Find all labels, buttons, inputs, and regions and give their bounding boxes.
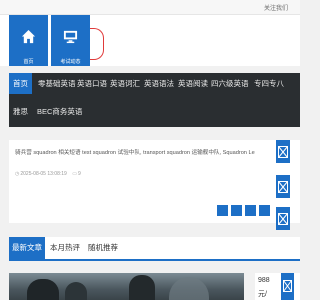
monitor-icon: [63, 30, 78, 44]
nav-item-grammar[interactable]: 英语语法: [140, 73, 178, 94]
side-broken-image-icon[interactable]: [281, 273, 294, 300]
thumbnail-figure: [169, 277, 209, 300]
news-comment-count: 9: [77, 171, 81, 177]
nav-item-cet[interactable]: 四六级英语: [207, 73, 253, 94]
home-tile-label: 首页: [23, 59, 34, 65]
main-nav: 首页 零基础英语 英语口语 英语词汇 英语语法 英语阅读 四六级英语 专四专八 …: [9, 73, 300, 127]
tab-random[interactable]: 随机推荐: [85, 237, 121, 259]
nav-item-vocabulary[interactable]: 英语词汇: [106, 73, 144, 94]
news-headline[interactable]: 骑兵营 squadron 相关短语 test squadron 试验中队, tr…: [15, 149, 255, 157]
nav-item-ielts[interactable]: 雅思: [9, 101, 32, 122]
price-unit: 元/: [258, 291, 267, 298]
article-thumbnail[interactable]: [9, 273, 244, 300]
home-icon: [21, 29, 36, 44]
price-amount: 988: [258, 277, 270, 284]
news-meta: ◷2025-08-05 13:08:19 ▭9: [15, 170, 81, 178]
slider-dot[interactable]: [231, 205, 242, 216]
price-card: 988 元/: [255, 273, 300, 300]
tab-monthly-hot[interactable]: 本月热评: [47, 237, 83, 259]
comment-icon: ▭: [72, 171, 77, 177]
article-tabs: 最新文章 本月热评 随机推荐: [9, 237, 300, 261]
tab-latest[interactable]: 最新文章: [9, 237, 45, 259]
exam-news-tile-label: 考试动态: [60, 59, 81, 65]
side-broken-image-icon[interactable]: [276, 175, 290, 198]
home-tile[interactable]: 首页: [9, 15, 48, 66]
side-broken-image-icon[interactable]: [276, 140, 290, 163]
top-bar: 关注我们: [0, 0, 300, 15]
nav-item-bec[interactable]: BEC商务英语: [33, 101, 86, 122]
clock-icon: ◷: [15, 171, 20, 177]
side-broken-image-icon[interactable]: [276, 207, 290, 230]
slider-dot[interactable]: [259, 205, 270, 216]
news-panel: 骑兵营 squadron 相关短语 test squadron 试验中队, tr…: [9, 140, 300, 223]
nav-item-home[interactable]: 首页: [9, 73, 32, 94]
news-date: 2025-08-05 13:08:19: [20, 171, 67, 177]
decorative-ring: [90, 28, 104, 60]
nav-item-tem[interactable]: 专四专八: [250, 73, 288, 94]
thumbnail-figure: [65, 282, 87, 300]
slider-dot[interactable]: [217, 205, 228, 216]
exam-news-tile[interactable]: 考试动态: [51, 15, 90, 66]
thumbnail-figure: [129, 275, 155, 300]
slider-dot[interactable]: [245, 205, 256, 216]
thumbnail-figure: [27, 279, 59, 300]
follow-us-link[interactable]: 关注我们: [264, 3, 288, 12]
